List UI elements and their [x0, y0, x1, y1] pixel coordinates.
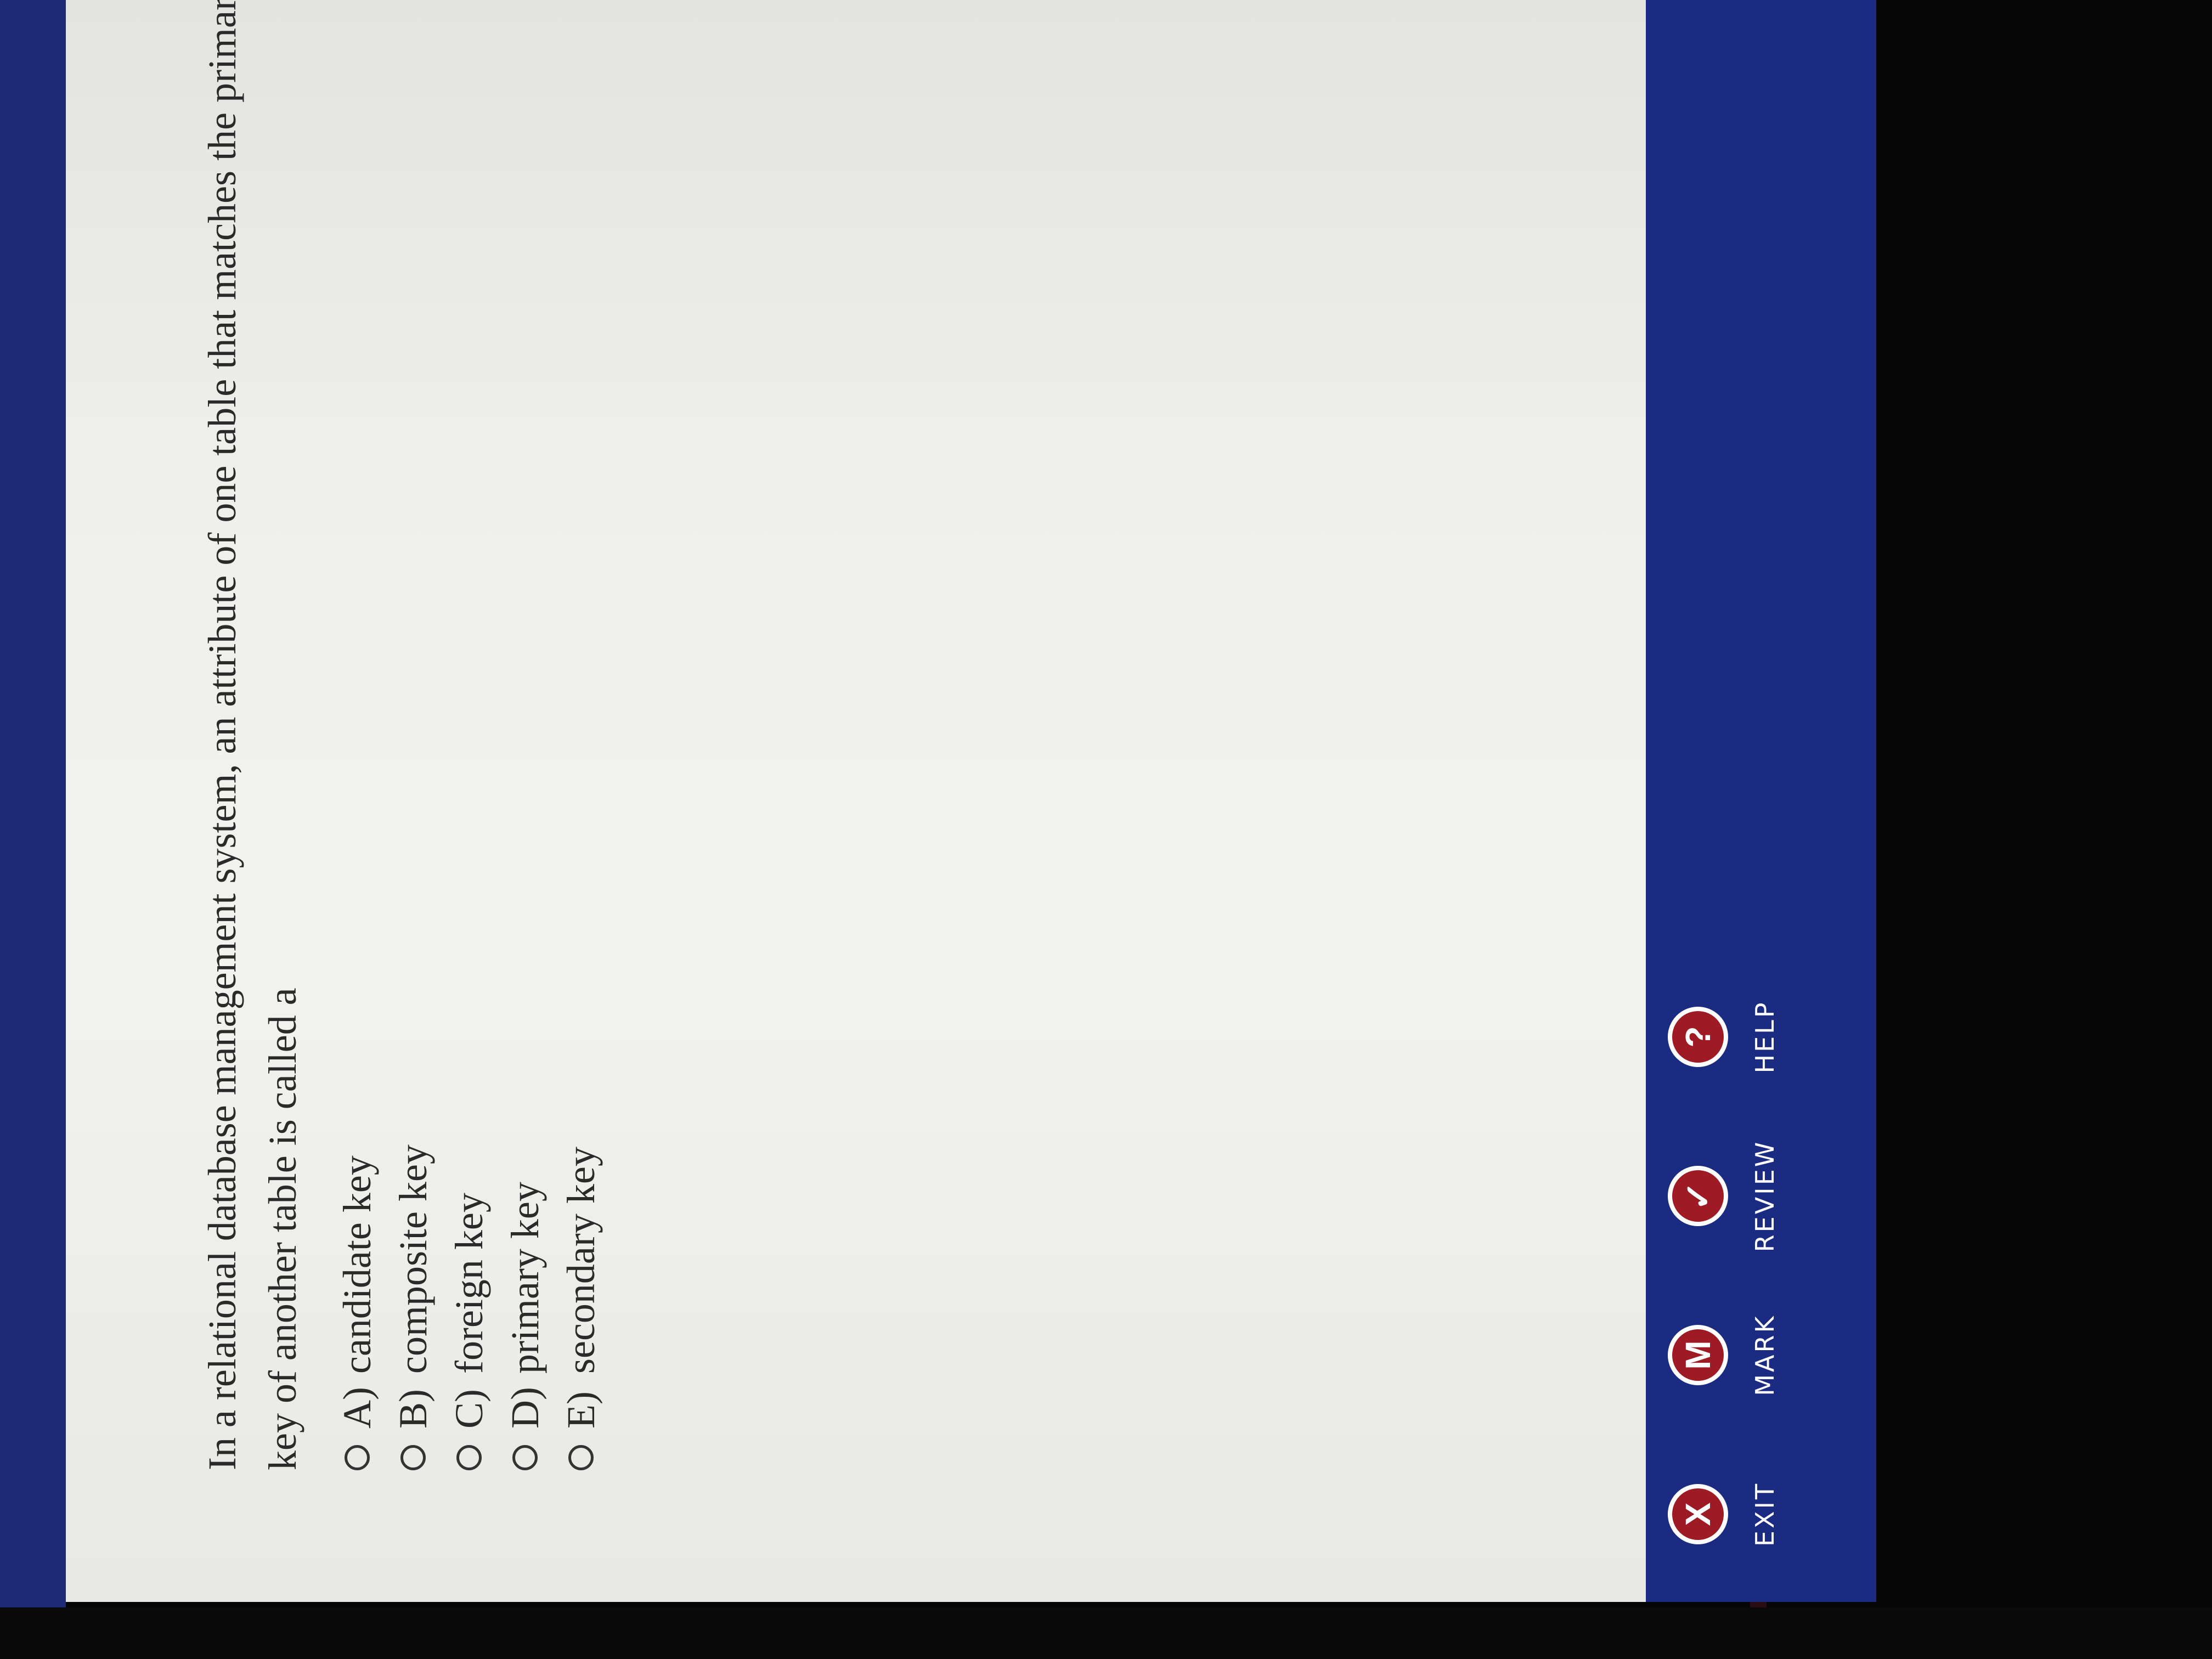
mark-button[interactable]: M MARK — [1668, 1273, 1780, 1437]
monitor-frame — [0, 0, 66, 1607]
question-panel: In a relational database management syst… — [66, 0, 1646, 1602]
mark-icon[interactable]: M — [1668, 1325, 1728, 1385]
choice-letter: D) — [503, 1387, 547, 1429]
choice-text: primary key — [503, 1182, 547, 1374]
exit-label: EXIT — [1750, 1481, 1780, 1547]
mark-label: MARK — [1750, 1314, 1780, 1396]
choice-letter: B) — [391, 1389, 435, 1429]
exit-icon[interactable]: X — [1668, 1484, 1728, 1544]
radio-button-e[interactable] — [568, 1445, 594, 1470]
checkmark-icon[interactable]: ✓ — [1668, 1166, 1728, 1226]
choice-c[interactable]: C) foreign key — [441, 1144, 497, 1470]
review-label: REVIEW — [1750, 1139, 1780, 1252]
choice-text: composite key — [391, 1144, 435, 1374]
bottom-toolbar: X EXIT M MARK ✓ REVIEW ? HELP — [1646, 0, 1876, 1602]
choice-letter: E) — [558, 1391, 603, 1429]
help-label: HELP — [1750, 1000, 1780, 1074]
choice-letter: A) — [335, 1387, 379, 1429]
choice-text: secondary key — [558, 1147, 603, 1374]
radio-button-b[interactable] — [400, 1445, 426, 1470]
answer-choices: A) candidate key B) composite key C) for… — [329, 1144, 609, 1470]
choice-text: candidate key — [335, 1155, 379, 1374]
choice-a[interactable]: A) candidate key — [329, 1144, 385, 1470]
radio-button-a[interactable] — [345, 1445, 370, 1470]
radio-button-d[interactable] — [512, 1445, 538, 1470]
radio-button-c[interactable] — [456, 1445, 482, 1470]
monitor-bezel-bottom — [0, 1607, 2212, 1659]
exit-button[interactable]: X EXIT — [1668, 1432, 1780, 1596]
help-icon[interactable]: ? — [1668, 1007, 1728, 1067]
choice-d[interactable]: D) primary key — [497, 1144, 553, 1470]
exam-window: In a relational database management syst… — [66, 0, 1876, 1602]
choice-b[interactable]: B) composite key — [385, 1144, 441, 1470]
choice-e[interactable]: E) secondary key — [553, 1144, 609, 1470]
choice-text: foreign key — [447, 1193, 491, 1374]
choice-letter: C) — [447, 1389, 491, 1429]
review-button[interactable]: ✓ REVIEW — [1668, 1114, 1780, 1278]
help-button[interactable]: ? HELP — [1668, 955, 1780, 1119]
question-text: In a relational database management syst… — [200, 0, 304, 1470]
